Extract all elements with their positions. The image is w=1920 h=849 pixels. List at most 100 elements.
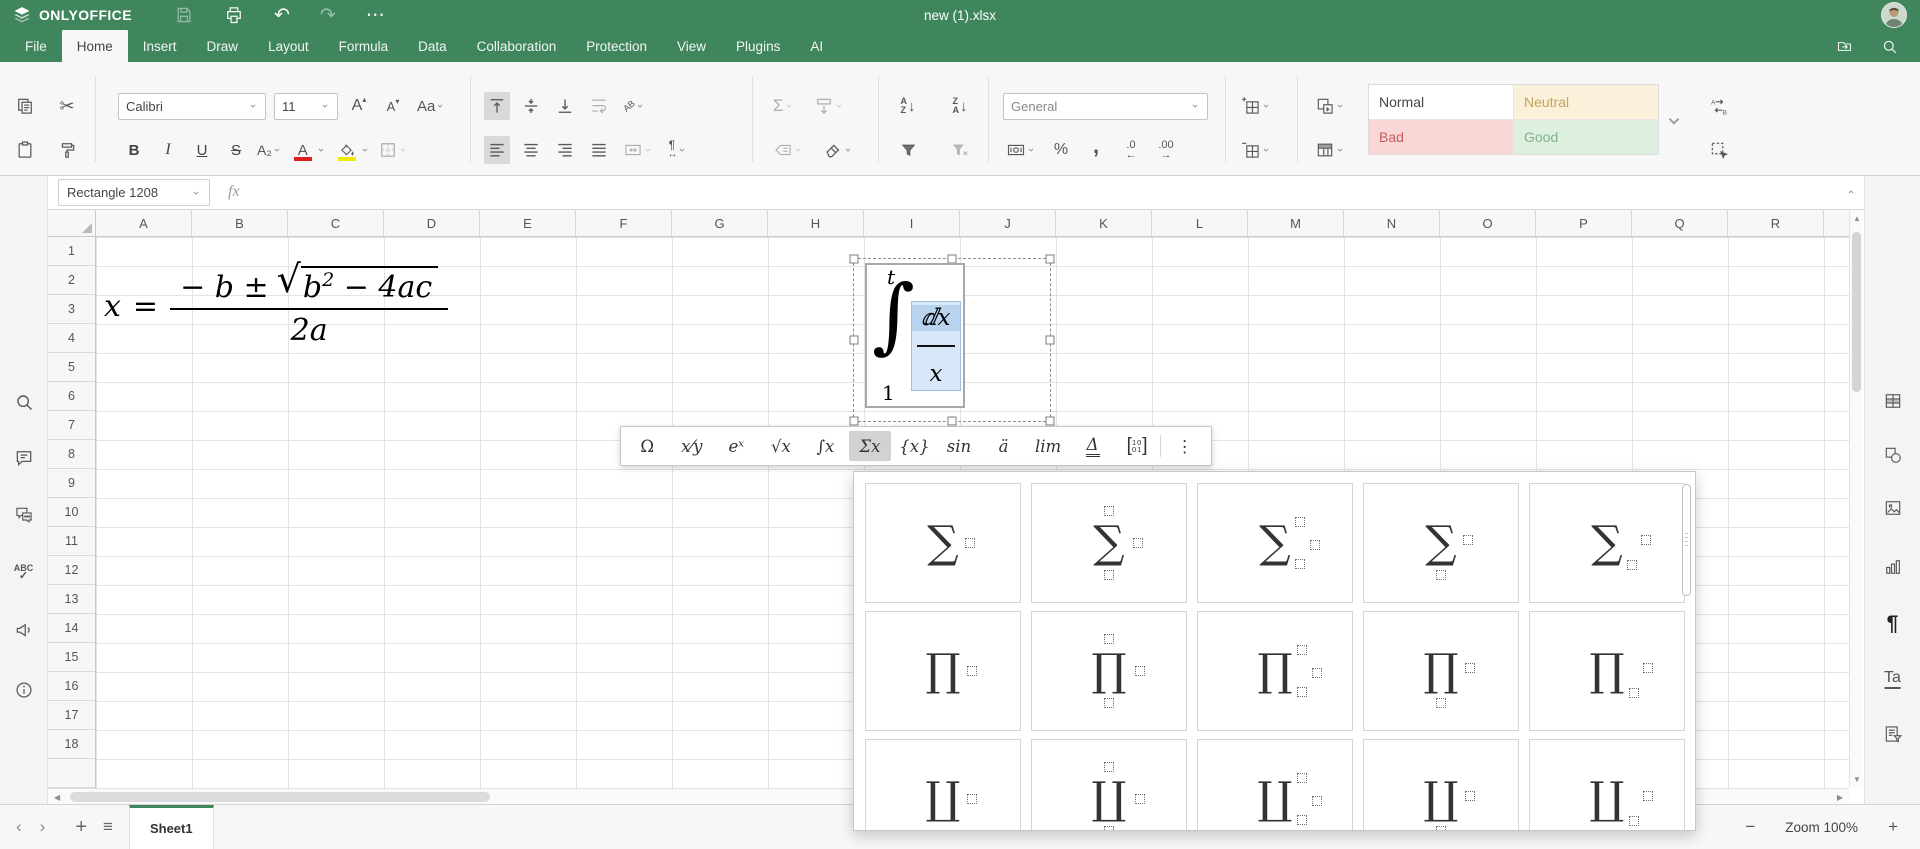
row-header-12[interactable]: 12 [48,556,95,585]
eq-radical-button[interactable]: √x [760,431,803,461]
column-header-d[interactable]: D [384,210,480,236]
clear-filter-button[interactable] [947,136,973,164]
resize-handle-e[interactable] [1045,335,1055,345]
sort-descending-button[interactable]: Z A ↓ [947,92,973,120]
operator-template-subscript[interactable]: ∐ [1529,739,1685,830]
feedback-icon[interactable] [14,620,34,640]
wrap-text-button[interactable] [586,92,612,120]
row-header-13[interactable]: 13 [48,585,95,614]
autosum-button[interactable]: Σ [770,92,797,120]
eq-symbols-button[interactable]: Ω [626,431,669,461]
row-header-8[interactable]: 8 [48,440,95,469]
insert-cells-button[interactable] [1238,92,1274,120]
resize-handle-sw[interactable] [849,416,859,426]
name-box[interactable]: Rectangle 1208 [58,179,210,206]
strikethrough-button[interactable]: S [220,136,252,164]
align-right-button[interactable] [552,136,578,164]
replace-button[interactable] [1706,92,1732,120]
prev-sheet-icon[interactable]: ‹ [16,817,22,837]
eq-operator-button[interactable]: Δ [1071,431,1114,461]
orientation-button[interactable]: AB [620,92,648,120]
gallery-scrollbar[interactable] [1682,480,1692,820]
copy-style-button[interactable] [54,136,80,164]
bold-button[interactable]: B [118,136,150,164]
comments-icon[interactable] [14,448,34,468]
open-file-location-icon[interactable] [1836,38,1853,55]
text-art-settings-icon[interactable]: Ta [1884,669,1901,689]
underline-button[interactable]: U [186,136,218,164]
row-header-2[interactable]: 2 [48,266,95,295]
clear-button[interactable] [820,136,856,164]
align-middle-button[interactable] [518,92,544,120]
user-avatar[interactable] [1881,2,1907,28]
operator-template-above-below[interactable]: ∏ [1031,611,1187,731]
row-header-9[interactable]: 9 [48,469,95,498]
tab-data[interactable]: Data [403,30,462,62]
eq-matrix-button[interactable]: [10 01] [1116,431,1159,461]
cut-button[interactable]: ✂ [54,92,80,120]
tab-home[interactable]: Home [61,30,128,62]
redo-icon[interactable]: ↷ [320,6,336,25]
tab-formula[interactable]: Formula [324,30,404,62]
row-header-4[interactable]: 4 [48,324,95,353]
increase-decimal-button[interactable]: .00 → [1153,136,1179,164]
column-header-f[interactable]: F [576,210,672,236]
row-header-16[interactable]: 16 [48,672,95,701]
change-case-button[interactable]: Aa [414,92,448,120]
paragraph-settings-icon[interactable]: ¶ [1887,612,1899,636]
column-header-k[interactable]: K [1056,210,1152,236]
row-header-partial[interactable] [48,759,95,788]
column-header-o[interactable]: O [1440,210,1536,236]
zoom-out-icon[interactable]: − [1745,817,1755,837]
column-header-p[interactable]: P [1536,210,1632,236]
more-actions-icon[interactable]: ⋯ [366,6,385,25]
paste-button[interactable] [12,136,38,164]
row-header-10[interactable]: 10 [48,498,95,527]
resize-handle-nw[interactable] [849,254,859,264]
column-header-i[interactable]: I [864,210,960,236]
zoom-level[interactable]: Zoom 100% [1785,820,1858,835]
sheet-list-icon[interactable]: ≡ [103,817,113,837]
operator-template-below[interactable]: ∑ [1363,483,1519,603]
operator-template-below[interactable]: ∏ [1363,611,1519,731]
horizontal-scroll-thumb[interactable] [70,792,490,802]
integral-sign[interactable]: ∫ [872,268,915,363]
operator-template-plain[interactable]: ∑ [865,483,1021,603]
align-center-button[interactable] [518,136,544,164]
format-as-table-button[interactable] [1312,136,1348,164]
subscript-button[interactable]: A₂ [254,136,285,164]
cell-style-neutral[interactable]: Neutral [1514,85,1658,119]
tab-draw[interactable]: Draw [192,30,254,62]
tab-layout[interactable]: Layout [253,30,324,62]
row-header-7[interactable]: 7 [48,411,95,440]
accounting-style-button[interactable] [1003,136,1039,164]
operator-template-sup-sub[interactable]: ∐ [1197,739,1353,830]
eq-script-button[interactable]: eˣ [715,431,758,461]
row-header-14[interactable]: 14 [48,614,95,643]
operator-template-sup-sub[interactable]: ∑ [1197,483,1353,603]
equation-edit-frame[interactable]: t ∫ 1 ⅆx x [865,263,965,408]
about-icon[interactable] [14,680,34,700]
slicer-settings-icon[interactable] [1883,724,1903,744]
font-color-button[interactable]: A [287,136,329,164]
row-header-1[interactable]: 1 [48,237,95,266]
delete-cells-button[interactable] [1238,136,1274,164]
search-icon[interactable] [14,392,34,412]
font-name-combo[interactable]: Calibri [118,92,266,120]
vertical-scrollbar[interactable]: ▲ ▼ [1849,210,1863,788]
conditional-formatting-button[interactable] [1312,92,1348,120]
font-size-combo[interactable]: 11 [274,92,338,120]
tab-collaboration[interactable]: Collaboration [462,30,572,62]
shape-settings-icon[interactable] [1883,445,1903,465]
chart-settings-icon[interactable] [1883,557,1903,577]
resize-handle-w[interactable] [849,335,859,345]
chat-icon[interactable] [14,505,34,525]
operator-template-above-below[interactable]: ∑ [1031,483,1187,603]
resize-handle-se[interactable] [1045,416,1055,426]
fraction-denominator[interactable]: x [930,361,943,387]
row-header-5[interactable]: 5 [48,353,95,382]
tab-ai[interactable]: AI [795,30,838,62]
eq-fraction-button[interactable]: x⁄y [671,431,714,461]
undo-icon[interactable]: ↶ [274,6,290,25]
column-header-e[interactable]: E [480,210,576,236]
